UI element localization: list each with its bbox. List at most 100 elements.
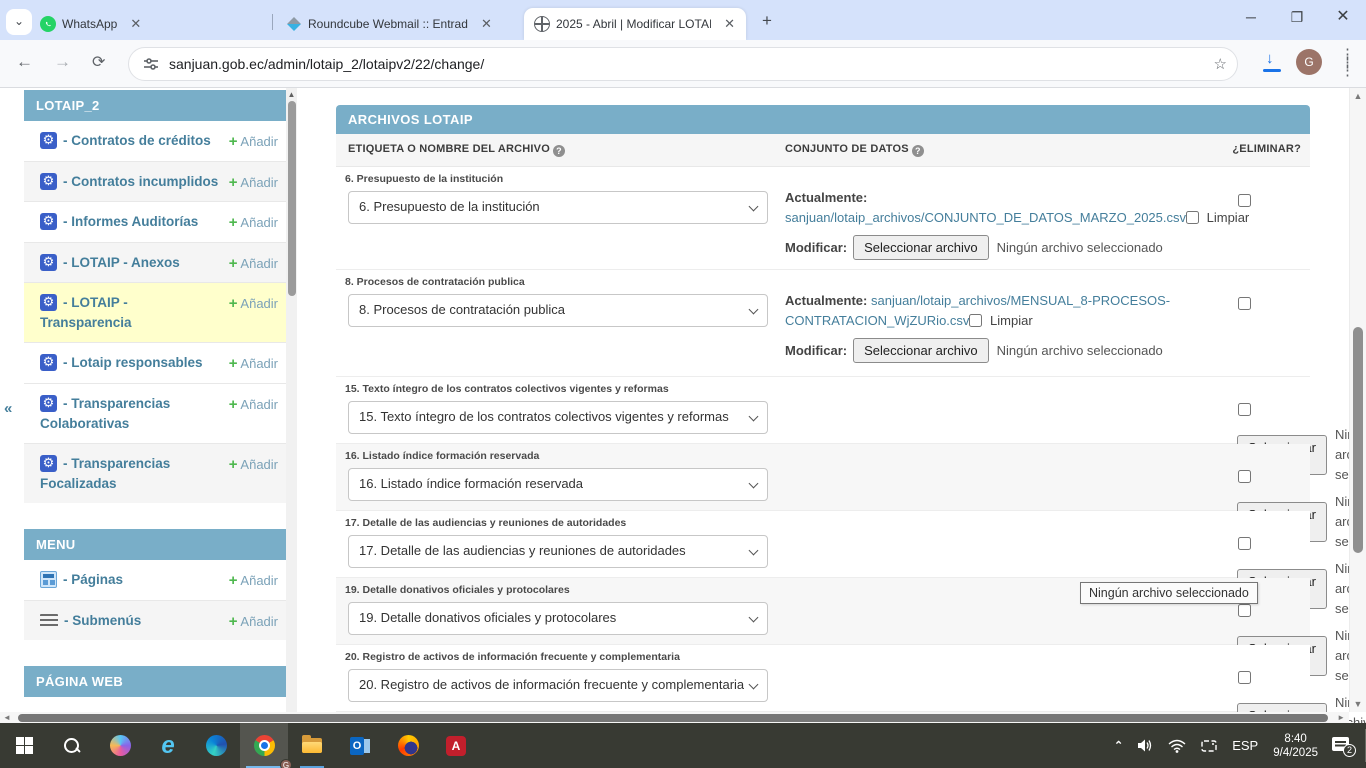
scrollbar-thumb[interactable] [18,714,1328,722]
cast-display-icon[interactable] [1200,739,1218,753]
dataset-select[interactable]: 16. Listado índice formación reservada [348,468,768,501]
taskbar-edge-button[interactable] [192,723,240,768]
add-link[interactable]: + Añadir [229,293,278,315]
scroll-left-arrow-icon[interactable]: ◄ [3,713,11,722]
dataset-select[interactable]: 6. Presupuesto de la institución [348,191,768,224]
help-icon[interactable]: ? [912,145,924,157]
seleccionar-archivo-button[interactable]: Seleccionar archivo [853,338,988,363]
taskbar-chrome-button[interactable]: G [240,723,288,768]
add-link[interactable]: + Añadir [229,454,278,476]
taskbar-search-button[interactable] [48,723,96,768]
dataset-select[interactable]: 20. Registro de activos de información f… [348,669,768,702]
close-tab-icon[interactable]: ✕ [478,16,495,32]
tab-active-modificar-lotaip[interactable]: 2025 - Abril | Modificar LOTAIP ✕ [524,8,746,40]
browser-tabstrip: ⌄ WhatsApp ✕ Roundcube Webmail :: Entrad… [0,0,1366,40]
tray-expand-icon[interactable]: ⌃ [1114,739,1123,752]
eliminar-checkbox[interactable] [1238,537,1251,550]
add-link[interactable]: + Añadir [229,253,278,275]
site-settings-icon[interactable] [143,56,159,72]
eliminar-checkbox[interactable] [1238,470,1251,483]
reload-icon[interactable]: ⟳ [92,52,105,72]
current-file-link[interactable]: sanjuan/lotaip_archivos/CONJUNTO_DE_DATO… [785,210,1186,225]
add-link[interactable]: + Añadir [229,353,278,375]
dataset-select[interactable]: 8. Procesos de contratación publica [348,294,768,327]
add-link[interactable]: + Añadir [229,611,278,633]
close-tab-icon[interactable]: ✕ [127,16,144,32]
bookmark-star-icon[interactable]: ☆ [1214,55,1227,73]
scrollbar-thumb[interactable] [1353,327,1363,553]
page-vertical-scrollbar[interactable]: ▲ ▼ [1349,88,1366,712]
page-horizontal-scrollbar[interactable]: ◄ ► [0,712,1349,723]
seleccionar-archivo-button[interactable]: Seleccionar archivo [853,235,988,260]
help-icon[interactable]: ? [553,145,565,157]
language-indicator[interactable]: ESP [1232,738,1258,753]
scroll-down-arrow-icon[interactable]: ▼ [1350,699,1366,709]
downloads-icon[interactable]: ↓ [1262,52,1284,74]
add-link[interactable]: + Añadir [229,394,278,416]
sidebar-item[interactable]: + Añadir - Transparencias Colaborativas [24,383,286,443]
restore-button[interactable]: ❐ [1274,0,1320,36]
sidebar-item[interactable]: + Añadir - Transparencias Focalizadas [24,443,286,503]
eliminar-checkbox[interactable] [1238,403,1251,416]
close-window-button[interactable]: ✕ [1320,0,1366,36]
taskbar-copilot-button[interactable] [96,723,144,768]
sidebar-item[interactable]: + Añadir - Páginas [24,560,286,600]
taskbar-ie-button[interactable]: e [144,723,192,768]
add-link[interactable]: + Añadir [229,212,278,234]
close-tab-icon[interactable]: ✕ [721,16,738,32]
plus-icon: + [229,174,238,191]
scroll-up-arrow-icon[interactable]: ▲ [1350,91,1366,101]
add-link[interactable]: + Añadir [229,172,278,194]
profile-avatar[interactable]: G [1296,49,1322,75]
taskbar-outlook-button[interactable]: O [336,723,384,768]
sidebar-item[interactable]: + Añadir - LOTAIP - Transparencia [24,282,286,342]
sidebar-item[interactable]: + Añadir - Informes Auditorías [24,201,286,242]
dataset-select[interactable]: 17. Detalle de las audiencias y reunione… [348,535,768,568]
item-icon [40,395,57,412]
admin-sidebar: LOTAIP_2 + Añadir - Contratos de crédito… [24,90,286,723]
sidebar-item[interactable]: + Añadir - Contratos de créditos [24,121,286,161]
tab-roundcube[interactable]: Roundcube Webmail :: Entrada ✕ [276,8,516,40]
new-tab-button[interactable]: + [756,10,778,32]
eliminar-checkbox[interactable] [1238,297,1251,310]
minimize-button[interactable]: ─ [1228,0,1274,36]
plus-icon: + [229,255,238,272]
limpiar-label: Limpiar [1207,210,1250,225]
scroll-right-arrow-icon[interactable]: ► [1337,713,1345,722]
start-button[interactable] [0,723,48,768]
add-link[interactable]: + Añadir [229,131,278,153]
dataset-select[interactable]: 19. Detalle donativos oficiales y protoc… [348,602,768,635]
sidebar-item[interactable]: + Añadir - LOTAIP - Anexos [24,242,286,283]
wifi-icon[interactable] [1168,739,1186,753]
sidebar-item[interactable]: + Añadir - Contratos incumplidos [24,161,286,202]
sidebar-section-header: PÁGINA WEB [24,666,286,697]
limpiar-checkbox[interactable] [1186,211,1199,224]
taskbar-firefox-button[interactable] [384,723,432,768]
sidebar-item[interactable]: + Añadir - Submenús [24,600,286,641]
eliminar-checkbox[interactable] [1238,194,1251,207]
browser-menu-icon[interactable]: ⋮⋮⋮ [1340,51,1354,75]
clock[interactable]: 8:40 9/4/2025 [1273,732,1318,760]
scrollbar-thumb[interactable] [288,101,296,296]
limpiar-checkbox[interactable] [969,314,982,327]
notification-center-icon[interactable]: 2 [1332,737,1352,754]
address-bar[interactable]: sanjuan.gob.ec/admin/lotaip_2/lotaipv2/2… [128,47,1238,81]
add-link[interactable]: + Añadir [229,570,278,592]
tab-whatsapp[interactable]: WhatsApp ✕ [30,8,268,40]
taskbar-explorer-button[interactable] [288,723,336,768]
taskbar-acrobat-button[interactable]: A [432,723,480,768]
back-icon[interactable]: ← [16,52,33,72]
forward-icon[interactable]: → [54,52,71,72]
roundcube-icon [286,16,302,32]
limpiar-label: Limpiar [990,313,1033,328]
tab-search-icon[interactable]: ⌄ [6,9,32,35]
sidebar-item[interactable]: + Añadir - Lotaip responsables [24,342,286,383]
sidebar-scrollbar[interactable]: ▲ [286,88,297,723]
eliminar-checkbox[interactable] [1238,604,1251,617]
eliminar-checkbox[interactable] [1238,671,1251,684]
scroll-up-arrow-icon[interactable]: ▲ [286,90,297,99]
sidebar-section: MENU + Añadir - Páginas + Añadir - Subme… [24,503,286,640]
sidebar-collapse-icon[interactable]: « [4,400,12,417]
volume-icon[interactable] [1137,738,1154,753]
dataset-select[interactable]: 15. Texto íntegro de los contratos colec… [348,401,768,434]
